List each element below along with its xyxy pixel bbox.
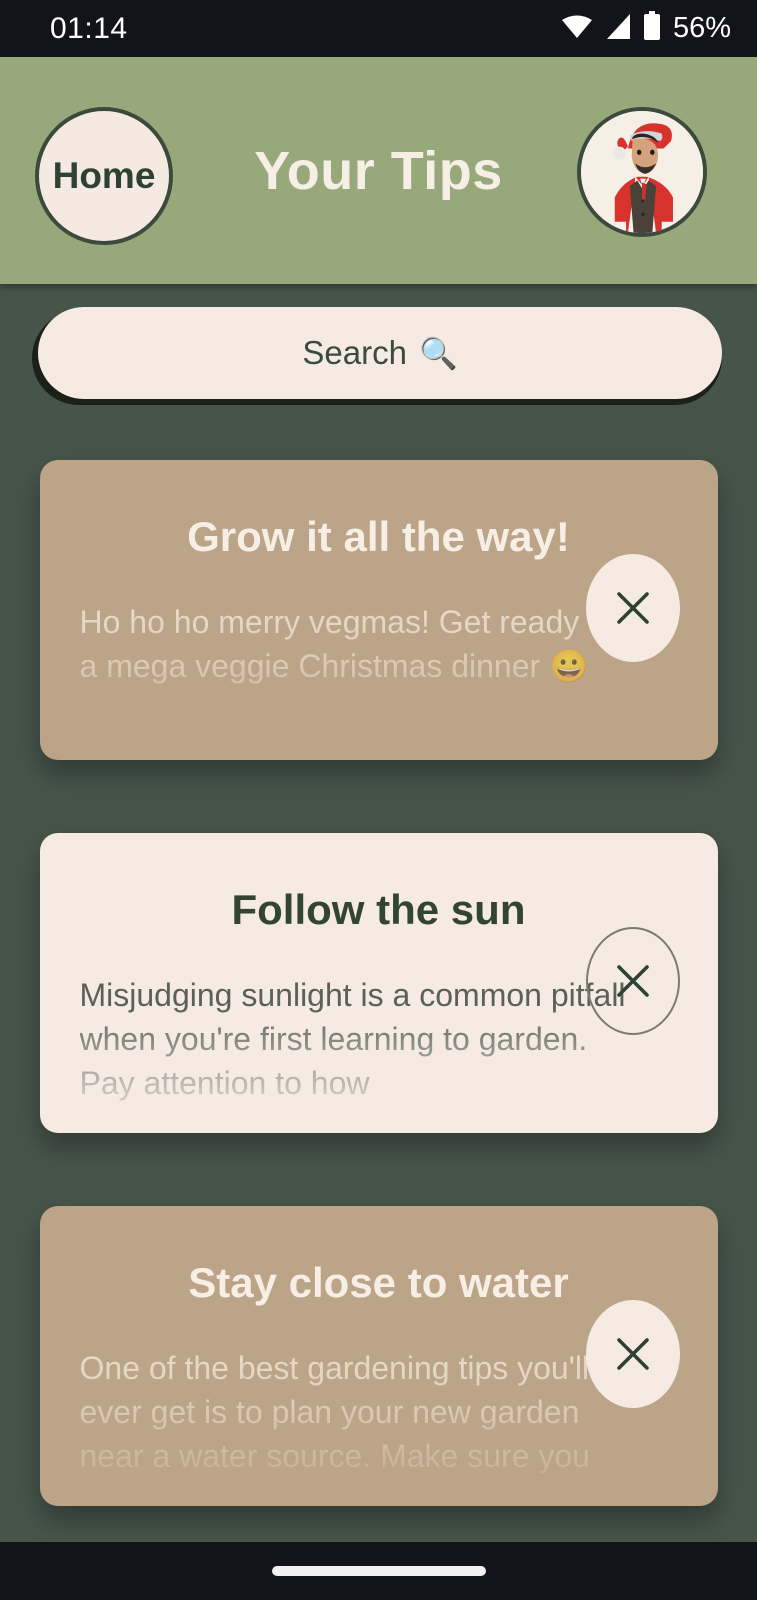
gesture-handle[interactable] bbox=[271, 1566, 486, 1576]
battery-percent-label: 56% bbox=[672, 12, 731, 44]
tip-title: Stay close to water bbox=[188, 1259, 569, 1306]
app-header: Your Tips Home bbox=[0, 57, 757, 284]
home-button[interactable]: Home bbox=[35, 107, 173, 245]
tip-card[interactable]: Stay close to water One of the best gard… bbox=[39, 1206, 718, 1506]
status-bar: 01:14 56% bbox=[0, 0, 757, 57]
status-clock: 01:14 bbox=[50, 11, 128, 45]
close-x-glyph bbox=[616, 965, 649, 997]
close-x-glyph bbox=[616, 1338, 649, 1370]
cellular-signal-icon bbox=[604, 13, 632, 45]
tip-card[interactable]: Follow the sun Misjudging sunlight is a … bbox=[39, 833, 718, 1133]
tip-body: Misjudging sunlight is a common pitfall … bbox=[79, 977, 626, 1101]
avatar[interactable] bbox=[577, 107, 707, 237]
tip-title: Follow the sun bbox=[231, 886, 526, 933]
search-input[interactable]: Search 🔍 bbox=[38, 307, 722, 399]
search-bar-container: Search 🔍 bbox=[32, 307, 722, 405]
wifi-icon bbox=[561, 13, 593, 44]
close-icon[interactable] bbox=[585, 1300, 680, 1408]
tip-body: One of the best gardening tips you'll ev… bbox=[79, 1350, 590, 1474]
search-placeholder-label: Search bbox=[302, 334, 407, 371]
close-icon[interactable] bbox=[585, 927, 680, 1035]
system-navigation-bar bbox=[0, 1542, 757, 1600]
tip-card[interactable]: Grow it all the way! Ho ho ho merry vegm… bbox=[39, 460, 718, 760]
avatar-image bbox=[581, 111, 703, 233]
phone-screen: 01:14 56% Your Tips Home Search 🔍 Grow i… bbox=[0, 0, 757, 1600]
tip-title: Grow it all the way! bbox=[187, 513, 570, 560]
battery-icon bbox=[643, 11, 661, 46]
close-x-glyph bbox=[616, 592, 649, 624]
status-indicators: 56% bbox=[561, 11, 731, 46]
tip-body: Ho ho ho merry vegmas! Get ready for a m… bbox=[79, 604, 626, 684]
search-icon: 🔍 bbox=[418, 335, 458, 371]
tips-list: Grow it all the way! Ho ho ho merry vegm… bbox=[0, 460, 757, 1579]
home-button-label: Home bbox=[52, 155, 156, 196]
close-icon[interactable] bbox=[585, 554, 680, 662]
